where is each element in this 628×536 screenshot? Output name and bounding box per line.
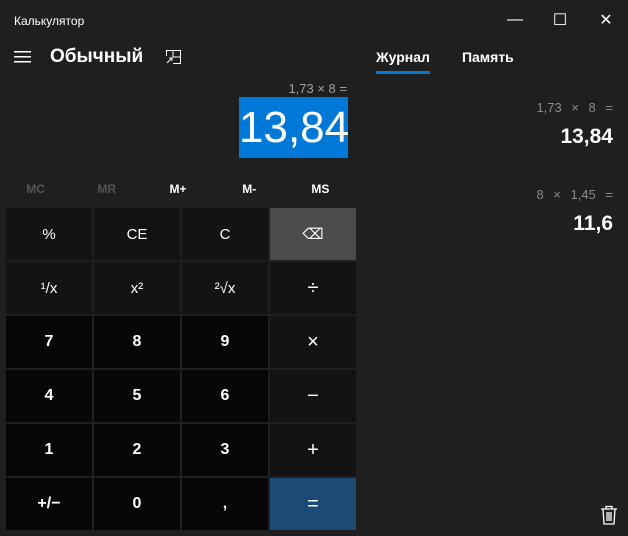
- history-expression: 1,73 × 8 =: [536, 100, 613, 115]
- history-result: 13,84: [560, 125, 613, 148]
- history-expression: 8 × 1,45 =: [536, 187, 613, 202]
- key-plus-button[interactable]: +: [270, 424, 356, 476]
- key-percent-button[interactable]: %: [6, 208, 92, 260]
- maximize-button[interactable]: ☐: [537, 6, 583, 34]
- key-0-button[interactable]: 0: [94, 478, 180, 530]
- result-display[interactable]: 13,84: [239, 97, 349, 158]
- history-item[interactable]: 1,73 × 8 = 13,84: [536, 100, 613, 149]
- key-clear-button[interactable]: C: [182, 208, 268, 260]
- minimize-button[interactable]: —: [492, 6, 538, 34]
- history-result: 11,6: [573, 212, 613, 235]
- key-equals-button[interactable]: =: [270, 478, 356, 530]
- close-button[interactable]: ✕: [583, 6, 628, 34]
- keypad: % CE C ⌫ ¹/x x² ²√x ÷ 7 8 9 × 4 5 6− 1 2 3 + +/− 0, =: [6, 208, 356, 530]
- history-item[interactable]: 8 × 1,45 = 11,6: [536, 187, 613, 236]
- key-4-button[interactable]: 4: [6, 370, 92, 422]
- key-7-button[interactable]: 7: [6, 316, 92, 368]
- key-1-button[interactable]: 1: [6, 424, 92, 476]
- keep-on-top-button[interactable]: [166, 44, 181, 70]
- tab-history[interactable]: Журнал: [376, 49, 430, 74]
- key-2-button[interactable]: 2: [94, 424, 180, 476]
- mode-title: Обычный: [50, 46, 144, 67]
- key-divide-button[interactable]: ÷: [270, 262, 356, 314]
- key-5-button[interactable]: 5: [94, 370, 180, 422]
- key-square-root-button[interactable]: ²√x: [182, 262, 268, 314]
- mr-button[interactable]: MR: [71, 182, 142, 196]
- key-minus-button[interactable]: −: [270, 370, 356, 422]
- side-tabs: Журнал Память: [376, 49, 514, 74]
- key-reciprocal-button[interactable]: ¹/x: [6, 262, 92, 314]
- trash-icon[interactable]: [600, 505, 618, 525]
- menu-button[interactable]: [14, 44, 31, 70]
- window-title: Калькулятор: [14, 14, 85, 28]
- key-6-button[interactable]: 6: [182, 370, 268, 422]
- key-clear-entry-button[interactable]: CE: [94, 208, 180, 260]
- memory-bar: MC MR M+ M- MS: [0, 182, 356, 196]
- mc-button[interactable]: MC: [0, 182, 71, 196]
- m-plus-button[interactable]: M+: [142, 182, 213, 196]
- key-8-button[interactable]: 8: [94, 316, 180, 368]
- m-minus-button[interactable]: M-: [214, 182, 285, 196]
- key-decimal-button[interactable]: ,: [182, 478, 268, 530]
- key-negate-button[interactable]: +/−: [6, 478, 92, 530]
- expression: 1,73 × 8 =: [288, 81, 347, 96]
- keep-on-top-icon: [166, 50, 181, 64]
- key-9-button[interactable]: 9: [182, 316, 268, 368]
- key-multiply-button[interactable]: ×: [270, 316, 356, 368]
- key-3-button[interactable]: 3: [182, 424, 268, 476]
- key-backspace-button[interactable]: ⌫: [270, 208, 356, 260]
- title-bar: Калькулятор — ☐ ✕: [0, 0, 628, 40]
- hamburger-icon: [14, 51, 31, 63]
- tab-memory[interactable]: Память: [462, 49, 514, 74]
- ms-button[interactable]: MS: [285, 182, 356, 196]
- key-square-button[interactable]: x²: [94, 262, 180, 314]
